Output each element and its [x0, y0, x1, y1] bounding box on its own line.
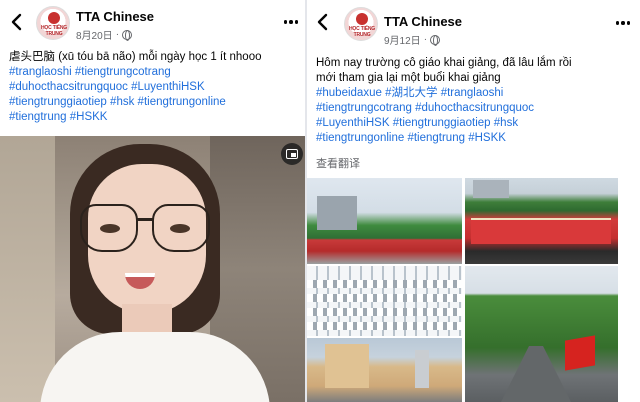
hashtag-link[interactable]: #hsk [110, 96, 134, 108]
hashtag-link[interactable]: #LuyenthiHSK [316, 117, 390, 129]
more-options-icon[interactable] [614, 14, 632, 32]
post-date[interactable]: 9月12日 [384, 32, 421, 47]
post-caption: 虐头巴脑 (xū tóu bā não) mỗi ngày học 1 ít n… [9, 50, 262, 125]
caption-line: mới tham gia lại một buổi khai giảng [316, 71, 572, 86]
globe-icon [430, 34, 441, 46]
more-options-icon[interactable] [282, 13, 300, 31]
page-name[interactable]: TTA Chinese [384, 14, 462, 29]
hashtag-link[interactable]: #tiengtrunggiaotiep [393, 117, 491, 129]
hashtag-link[interactable]: #tiengtrungonline [316, 132, 404, 144]
picture-in-picture-icon[interactable] [281, 143, 303, 165]
hashtag-link[interactable]: #tiengtrungonline [138, 96, 226, 108]
post-meta: 9月12日 · [384, 32, 441, 47]
caption-line: #LuyenthiHSK #tiengtrunggiaotiep #hsk [316, 116, 572, 131]
avatar-logo-text: HỌC TIẾNG TRUNG [349, 26, 375, 38]
see-translation-link[interactable]: 查看翻译 [316, 155, 360, 171]
avatar-logo-text: HỌC TIẾNG TRUNG [41, 25, 67, 37]
photo-campus-ceremony[interactable] [307, 178, 462, 264]
hashtag-link[interactable]: #tranglaoshi [9, 66, 72, 78]
hashtag-link[interactable]: #HSKK [468, 132, 506, 144]
post-date[interactable]: 8月20日 [76, 27, 113, 42]
hashtag-link[interactable]: #duhocthacsitrungquoc [9, 81, 128, 93]
hashtag-link[interactable]: #tiengtrung [407, 132, 465, 144]
photo-buildings[interactable] [307, 338, 462, 402]
caption-text: 虐头巴脑 (xū tóu bā não) mỗi ngày học 1 ít n… [9, 51, 262, 63]
hashtag-link[interactable]: #tranglaoshi [441, 87, 504, 99]
page-avatar[interactable]: HỌC TIẾNG TRUNG [344, 7, 378, 41]
right-post-header: HỌC TIẾNG TRUNG TTA Chinese 9月12日 · [307, 0, 640, 47]
hashtag-link[interactable]: #LuyenthiHSK [131, 81, 205, 93]
caption-text: mới tham gia lại một buổi khai giảng [316, 72, 501, 84]
left-post-header: HỌC TIẾNG TRUNG TTA Chinese 8月20日 · [0, 0, 305, 46]
back-chevron-icon[interactable] [315, 12, 331, 32]
page-avatar[interactable]: HỌC TIẾNG TRUNG [36, 6, 70, 40]
hashtag-link[interactable]: #tiengtrungcotrang [75, 66, 171, 78]
photo-chairs[interactable] [307, 266, 462, 336]
back-chevron-icon[interactable] [9, 12, 25, 32]
hashtag-link[interactable]: #湖北大学 [385, 87, 437, 99]
caption-line: #tiengtrungcotrang #duhocthacsitrungquoc [316, 101, 572, 116]
caption-text: Hôm nay trường cô giáo khai giảng, đã lâ… [316, 57, 572, 69]
hashtag-link[interactable]: #hsk [494, 117, 518, 129]
caption-line: #tiengtrung #HSKK [9, 110, 262, 125]
hashtag-link[interactable]: #tiengtrungcotrang [316, 102, 412, 114]
hashtag-link[interactable]: #tiengtrunggiaotiep [9, 96, 107, 108]
caption-line: #tranglaoshi #tiengtrungcotrang [9, 65, 262, 80]
hashtag-link[interactable]: #duhocthacsitrungquoc [415, 102, 534, 114]
hashtag-link[interactable]: #HSKK [70, 111, 108, 123]
caption-line: #hubeidaxue #湖北大学 #tranglaoshi [316, 86, 572, 101]
post-caption: Hôm nay trường cô giáo khai giảng, đã lâ… [316, 56, 572, 146]
caption-line: #tiengtrunggiaotiep #hsk #tiengtrungonli… [9, 95, 262, 110]
page-name[interactable]: TTA Chinese [76, 9, 154, 24]
hashtag-link[interactable]: #tiengtrung [9, 111, 67, 123]
globe-icon [122, 29, 133, 41]
photo-road-flag[interactable] [465, 266, 618, 402]
caption-line: #duhocthacsitrungquoc #LuyenthiHSK [9, 80, 262, 95]
left-post: HỌC TIẾNG TRUNG TTA Chinese 8月20日 · 虐头巴脑… [0, 0, 305, 402]
caption-line: #tiengtrungonline #tiengtrung #HSKK [316, 131, 572, 146]
caption-line: 虐头巴脑 (xū tóu bā não) mỗi ngày học 1 ít n… [9, 50, 262, 65]
post-meta: 8月20日 · [76, 27, 133, 42]
caption-line: Hôm nay trường cô giáo khai giảng, đã lâ… [316, 56, 572, 71]
glasses [80, 204, 216, 260]
post-video[interactable] [0, 136, 305, 402]
photo-stage-banner[interactable] [465, 178, 618, 264]
hashtag-link[interactable]: #hubeidaxue [316, 87, 382, 99]
